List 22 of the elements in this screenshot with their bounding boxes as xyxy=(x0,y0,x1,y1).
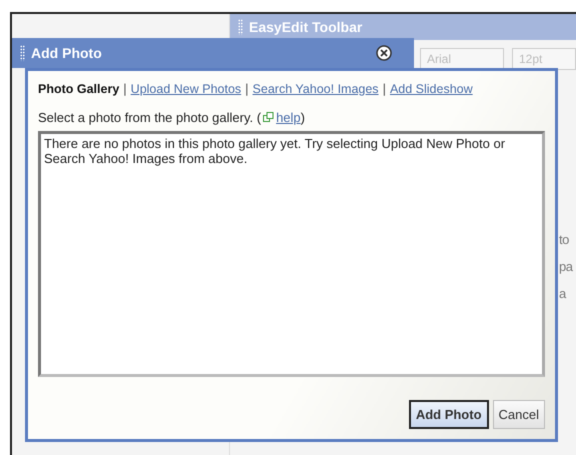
text-fragment: a xyxy=(559,286,568,301)
cancel-button[interactable]: Cancel xyxy=(492,400,545,429)
instruction-text: Select a photo from the photo gallery. ( xyxy=(38,110,262,125)
gallery-message: There are no photos in this photo gallery yet. Try selecting Upload New Photo or Search Yahoo! Images from above. xyxy=(38,131,545,377)
gallery-tab[interactable]: Photo Gallery xyxy=(38,82,120,96)
toolbar-title: EasyEdit Toolbar xyxy=(249,19,362,35)
paren-text: ) xyxy=(300,110,305,125)
dialog-title: Add Photo xyxy=(31,45,103,61)
external-link-icon xyxy=(263,112,274,123)
separator: | xyxy=(382,81,386,96)
text-fragment: to xyxy=(559,232,570,247)
grip-icon xyxy=(20,45,25,61)
add-photo-button[interactable]: Add Photo xyxy=(408,400,489,429)
grip-icon xyxy=(238,19,243,35)
gallery-tab[interactable]: Add Slideshow xyxy=(390,82,473,96)
separator: | xyxy=(245,81,249,96)
separator: | xyxy=(123,81,127,96)
gallery-tab[interactable]: Upload New Photos xyxy=(130,82,242,96)
gallery-tab[interactable]: Search Yahoo! Images xyxy=(252,82,379,96)
close-icon[interactable] xyxy=(376,45,392,61)
help-link[interactable]: help xyxy=(276,110,301,125)
text-fragment: pa xyxy=(559,259,572,274)
